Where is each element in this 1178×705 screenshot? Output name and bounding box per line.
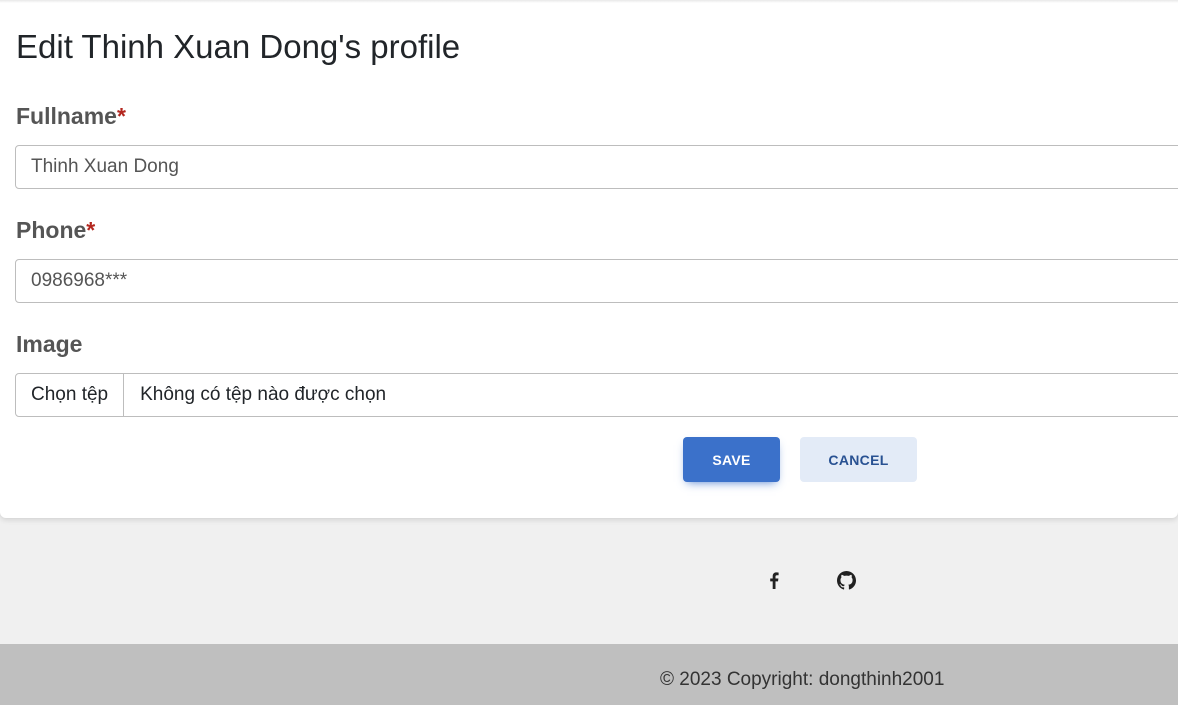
- fullname-label: Fullname*: [16, 102, 126, 130]
- choose-file-button[interactable]: Chọn tệp: [16, 374, 125, 416]
- footer: © 2023 Copyright: dongthinh2001: [0, 644, 1178, 705]
- github-link[interactable]: [832, 566, 860, 594]
- github-icon: [836, 570, 856, 590]
- phone-label: Phone*: [16, 216, 95, 244]
- phone-input[interactable]: [15, 259, 1178, 303]
- profile-card: Edit Thinh Xuan Dong's profile Fullname*…: [0, 0, 1178, 518]
- copyright-link[interactable]: dongthinh2001: [819, 669, 945, 690]
- facebook-link[interactable]: [760, 566, 788, 594]
- required-marker: *: [116, 103, 126, 129]
- image-label: Image: [16, 331, 83, 357]
- facebook-icon: [770, 571, 779, 589]
- copyright-text: © 2023 Copyright: dongthinh2001: [660, 668, 944, 692]
- page-title: Edit Thinh Xuan Dong's profile: [16, 28, 461, 65]
- fullname-label-text: Fullname: [16, 103, 117, 129]
- save-button[interactable]: SAVE: [683, 437, 780, 482]
- phone-label-text: Phone: [16, 217, 87, 243]
- required-marker: *: [86, 217, 96, 243]
- file-status-text: Không có tệp nào được chọn: [140, 384, 387, 405]
- fullname-input[interactable]: [15, 145, 1178, 189]
- copyright-prefix: © 2023 Copyright:: [660, 669, 819, 690]
- cancel-button[interactable]: CANCEL: [800, 437, 917, 482]
- image-file-input[interactable]: Chọn tệp Không có tệp nào được chọn: [15, 373, 1178, 417]
- top-shadow: [0, 0, 1178, 3]
